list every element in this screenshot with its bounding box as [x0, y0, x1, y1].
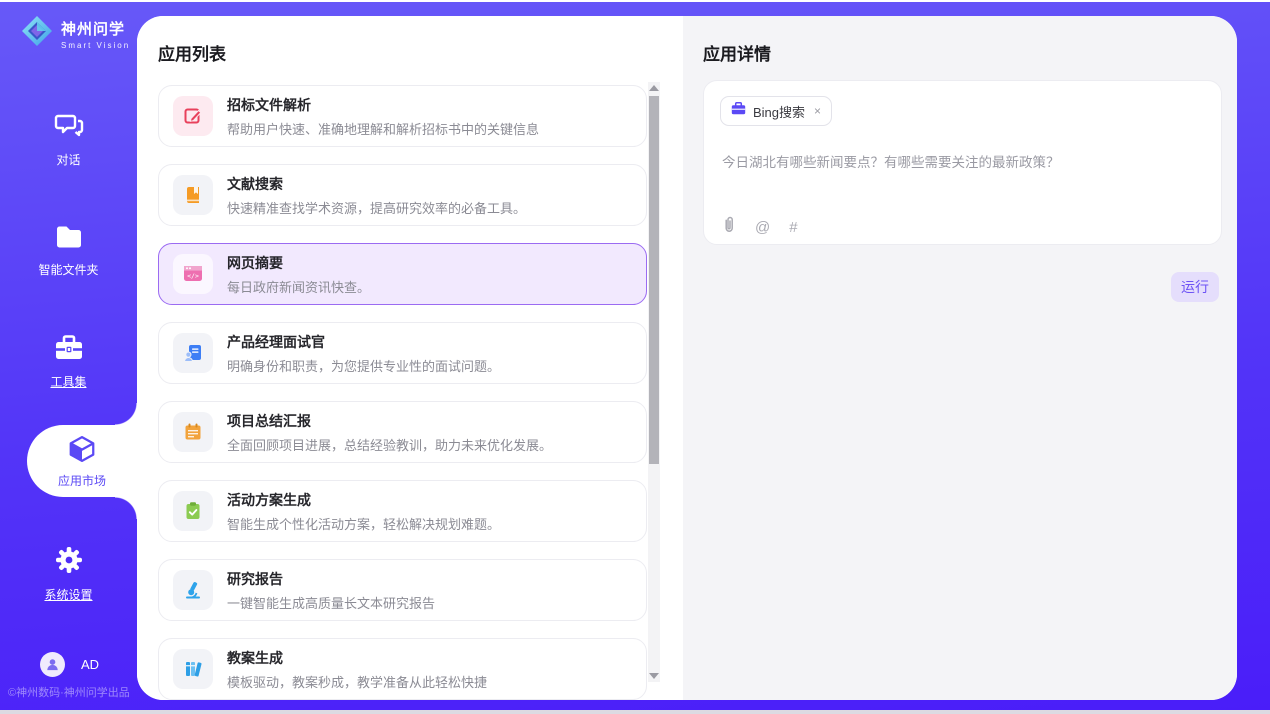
sidebar-item-label: 工具集 — [0, 373, 137, 390]
app-description: 一键智能生成高质量长文本研究报告 — [227, 593, 435, 612]
calendar-note-icon — [173, 412, 213, 452]
scrollbar-down-arrow-icon[interactable] — [649, 673, 659, 679]
book-icon — [173, 175, 213, 215]
app-description: 每日政府新闻资讯快查。 — [227, 277, 370, 296]
tool-chip-bing-search[interactable]: Bing搜索 × — [720, 96, 832, 126]
app-card-bid-analysis[interactable]: 招标文件解析 帮助用户快速、准确地理解和解析招标书中的关键信息 — [158, 85, 647, 147]
books-icon — [173, 649, 213, 689]
sidebar-item-label: 智能文件夹 — [0, 261, 137, 278]
microscope-icon — [173, 570, 213, 610]
brand-logo: 神州问学 Smart Vision — [20, 14, 130, 53]
prompt-toolbar: @ # — [722, 216, 798, 238]
clipboard-check-icon — [173, 491, 213, 531]
app-card-literature-search[interactable]: 文献搜索 快速精准查找学术资源，提高研究效率的必备工具。 — [158, 164, 647, 226]
person-document-icon — [173, 333, 213, 373]
app-name: 研究报告 — [227, 569, 435, 589]
scrollbar-up-arrow-icon[interactable] — [649, 85, 659, 91]
scrollbar-thumb[interactable] — [649, 96, 659, 464]
app-card-event-plan[interactable]: 活动方案生成 智能生成个性化活动方案，轻松解决规划难题。 — [158, 480, 647, 542]
tool-chip-label: Bing搜索 — [753, 102, 805, 121]
app-name: 网页摘要 — [227, 253, 370, 273]
user-initials: AD — [81, 657, 99, 672]
copyright-text: ©神州数码·神州问学出品 — [8, 684, 130, 700]
app-detail-title: 应用详情 — [703, 40, 771, 65]
edit-document-icon — [173, 96, 213, 136]
app-list-title: 应用列表 — [158, 40, 226, 65]
sidebar-item-smart-folder[interactable]: 智能文件夹 — [0, 224, 137, 278]
sidebar-item-app-market[interactable]: 应用市场 — [27, 425, 137, 497]
app-name: 教案生成 — [227, 648, 487, 668]
run-button[interactable]: 运行 — [1171, 272, 1219, 302]
main-content: 应用列表 招标文件解析 帮助用户快速、准确地理解和解析招标书中的关键信息 — [137, 16, 1237, 700]
app-name: 项目总结汇报 — [227, 411, 552, 431]
app-card-pm-interviewer[interactable]: 产品经理面试官 明确身份和职责，为您提供专业性的面试问题。 — [158, 322, 647, 384]
pill-top-fillet — [115, 403, 137, 425]
app-description: 快速精准查找学术资源，提高研究效率的必备工具。 — [227, 198, 526, 217]
prompt-textarea[interactable]: 今日湖北有哪些新闻要点？有哪些需要关注的最新政策？ — [722, 151, 1205, 171]
sidebar-item-label: 系统设置 — [0, 586, 137, 603]
browser-code-icon: </> — [173, 254, 213, 294]
app-name: 文献搜索 — [227, 174, 526, 194]
sidebar-item-label: 应用市场 — [27, 472, 137, 489]
app-description: 模板驱动，教案秒成，教学准备从此轻松快捷 — [227, 672, 487, 691]
app-card-web-summary[interactable]: </> 网页摘要 每日政府新闻资讯快查。 — [158, 243, 647, 305]
cube-icon — [67, 451, 97, 468]
gear-icon — [54, 562, 84, 579]
sidebar: 神州问学 Smart Vision 对话 智能文件夹 — [0, 2, 137, 704]
chat-icon — [54, 127, 84, 144]
avatar — [40, 652, 65, 677]
app-window: 神州问学 Smart Vision 对话 智能文件夹 — [0, 0, 1270, 714]
list-scrollbar[interactable] — [648, 82, 660, 682]
diamond-logo-icon — [20, 14, 54, 53]
app-description: 帮助用户快速、准确地理解和解析招标书中的关键信息 — [227, 119, 539, 138]
app-name: 活动方案生成 — [227, 490, 500, 510]
briefcase-icon — [731, 102, 746, 120]
app-description: 智能生成个性化活动方案，轻松解决规划难题。 — [227, 514, 500, 533]
pill-bottom-fillet — [115, 497, 137, 519]
folder-icon — [54, 237, 84, 254]
app-card-project-summary[interactable]: 项目总结汇报 全面回顾项目进展，总结经验教训，助力未来优化发展。 — [158, 401, 647, 463]
app-description: 全面回顾项目进展，总结经验教训，助力未来优化发展。 — [227, 435, 552, 454]
sidebar-item-label: 对话 — [0, 151, 137, 168]
app-card-research-report[interactable]: 研究报告 一键智能生成高质量长文本研究报告 — [158, 559, 647, 621]
hashtag-icon[interactable]: # — [789, 219, 797, 236]
bottom-edge-strip — [0, 710, 1270, 714]
brand-name: 神州问学 — [61, 21, 125, 38]
toolbox-icon — [53, 349, 85, 366]
app-description: 明确身份和职责，为您提供专业性的面试问题。 — [227, 356, 500, 375]
chip-close-icon[interactable]: × — [814, 104, 821, 118]
app-detail-pane: 应用详情 Bing搜索 × 今日湖北有哪些新闻要点？有哪些需要关注的最新政策？ — [683, 16, 1237, 700]
mention-icon[interactable]: @ — [755, 219, 770, 236]
svg-text:</>: </> — [187, 272, 199, 280]
user-account[interactable]: AD — [40, 652, 99, 677]
sidebar-item-chat[interactable]: 对话 — [0, 112, 137, 168]
app-card-lesson-plan[interactable]: 教案生成 模板驱动，教案秒成，教学准备从此轻松快捷 — [158, 638, 647, 700]
app-name: 产品经理面试官 — [227, 332, 500, 352]
prompt-card: Bing搜索 × 今日湖北有哪些新闻要点？有哪些需要关注的最新政策？ @ # — [703, 80, 1222, 245]
app-list-pane: 应用列表 招标文件解析 帮助用户快速、准确地理解和解析招标书中的关键信息 — [137, 16, 683, 700]
brand-subtitle: Smart Vision — [61, 41, 130, 50]
app-name: 招标文件解析 — [227, 95, 539, 115]
app-card-list: 招标文件解析 帮助用户快速、准确地理解和解析招标书中的关键信息 文献搜索 — [158, 85, 647, 700]
sidebar-item-toolset[interactable]: 工具集 — [0, 334, 137, 390]
sidebar-item-settings[interactable]: 系统设置 — [0, 545, 137, 603]
attachment-icon[interactable] — [722, 216, 736, 238]
